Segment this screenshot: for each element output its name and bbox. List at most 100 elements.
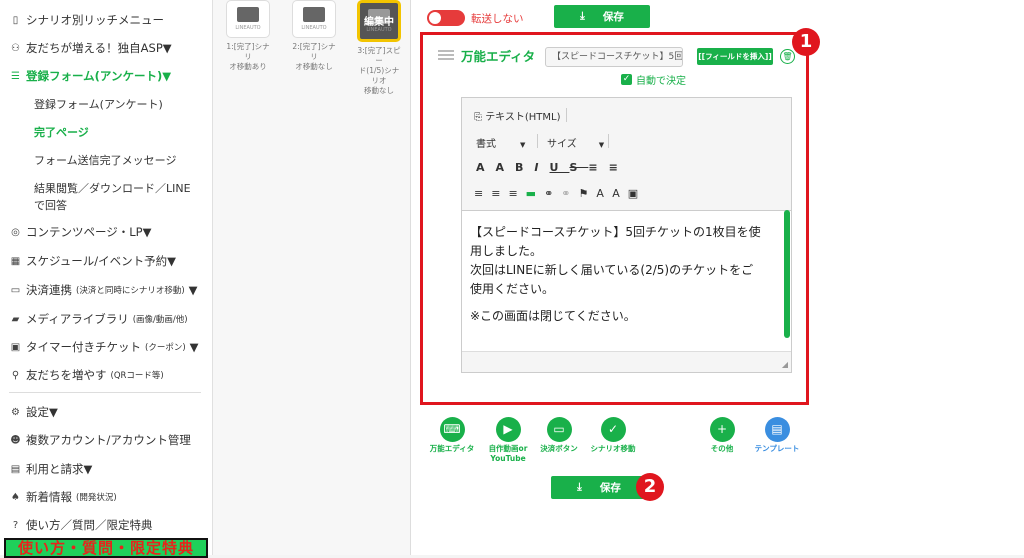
- drag-handle-icon[interactable]: [438, 50, 454, 60]
- sidebar: ▯ シナリオ別リッチメニュー ⚇ 友だちが増える！独自ASP▼ ☰ 登録フォーム(アン…: [0, 0, 213, 558]
- sidebar-item-help[interactable]: ? 使い方／質問／限定特典: [9, 517, 153, 533]
- chevron-down-icon: ▼: [598, 141, 605, 149]
- unlink-icon: ⚭: [561, 187, 579, 200]
- card-icon: ▭: [546, 417, 572, 442]
- background-color-icon: A: [612, 187, 628, 200]
- action-template[interactable]: ▤ テンプレート: [747, 417, 807, 454]
- toolbar-divider: [608, 134, 609, 148]
- ticket-icon: ▣: [10, 341, 21, 353]
- insert-field-button[interactable]: [[フィールドを挿入]]: [697, 48, 773, 65]
- sidebar-item-asp[interactable]: ⚇ 友だちが増える！独自ASP▼: [9, 40, 172, 56]
- forward-toggle[interactable]: [427, 10, 465, 26]
- editor-content[interactable]: 【スピードコースチケット】5回チケットの1枚目を使 用しました。 次回はLINE…: [470, 223, 780, 326]
- size-dropdown[interactable]: サイズ ▼: [547, 135, 604, 150]
- sidebar-item-contents[interactable]: ◎ コンテンツページ・LP▼: [9, 224, 151, 240]
- sidebar-subitem-complete-page[interactable]: 完了ページ: [34, 124, 89, 141]
- handshake-icon: ⚇: [11, 42, 20, 54]
- thumb-caption: 2:[完了]シナリ オ移動なし: [292, 42, 336, 71]
- question-icon: ?: [12, 519, 19, 531]
- book-icon: [303, 7, 325, 22]
- text-style-buttons[interactable]: AABIUS≡≡: [476, 161, 629, 174]
- flag-icon: ⚑: [578, 187, 597, 200]
- marker-1: 1: [792, 28, 820, 56]
- folder-icon: ▰: [11, 313, 20, 325]
- gear-icon: ⚙: [11, 406, 20, 418]
- users-icon: ☻: [10, 434, 21, 446]
- highlight-icon: ▬: [525, 187, 545, 200]
- align-buttons[interactable]: ≡≡≡▬⚭⚭⚑AA▣: [474, 187, 646, 200]
- sidebar-item-settings[interactable]: ⚙ 設定▼: [9, 404, 58, 420]
- thumb-complete-2[interactable]: LINEAUTO 2:[完了]シナリ オ移動なし: [291, 0, 337, 72]
- thumb-complete-3-selected[interactable]: LINEAUTO 編集中 3:[完了]スピー ド(1/5)シナリオ 移動なし: [356, 0, 402, 96]
- action-other[interactable]: + その他: [692, 417, 752, 454]
- resize-grip-icon[interactable]: ◢: [782, 360, 788, 369]
- save-button-bottom[interactable]: ⤓ 保存: [551, 476, 647, 499]
- sidebar-item-media[interactable]: ▰ メディアライブラリ (画像/動画/他): [9, 311, 188, 327]
- bullet-list-icon: ≡: [608, 161, 629, 174]
- strikethrough-icon: S: [569, 161, 589, 174]
- template-icon: ▤: [764, 417, 790, 442]
- save-button-top[interactable]: ⤓ 保存: [554, 5, 650, 28]
- sidebar-item-ticket[interactable]: ▣ タイマー付きチケット (クーポン) ▼: [9, 339, 199, 355]
- action-universal-editor[interactable]: ⌨ 万能エディタ: [422, 417, 482, 454]
- page-thumbnails: LINEAUTO 1:[完了]シナリ オ移動あり LINEAUTO 2:[完了]シ…: [213, 0, 411, 555]
- editing-badge: 編集中: [364, 17, 394, 28]
- download-icon: ⤓: [580, 10, 585, 22]
- plus-icon: +: [709, 417, 735, 442]
- action-scenario-move[interactable]: ✓ シナリオ移動: [583, 417, 643, 454]
- font-size-down-icon: A: [495, 161, 516, 174]
- phone-icon: ▯: [12, 14, 19, 26]
- font-size-up-icon: A: [476, 161, 496, 174]
- toolbar-divider: [566, 108, 567, 122]
- sidebar-item-billing[interactable]: ▤ 利用と請求▼: [9, 461, 93, 477]
- help-banner[interactable]: 使い方・質問・限定特典: [4, 538, 208, 558]
- chevron-down-icon: ▼: [520, 141, 526, 149]
- editor-scrollbar[interactable]: [784, 210, 790, 338]
- html-icon: ⎘: [474, 112, 482, 123]
- sidebar-item-rich-menu[interactable]: ▯ シナリオ別リッチメニュー: [9, 12, 164, 28]
- sidebar-item-accounts[interactable]: ☻ 複数アカウント/アカウント管理: [9, 432, 191, 448]
- thumb-image: LINEAUTO: [226, 0, 270, 38]
- sidebar-item-news[interactable]: ♠ 新着情報 (開発状況): [9, 489, 117, 505]
- toolbar-divider: [537, 134, 538, 148]
- thumb-image: LINEAUTO 編集中: [357, 0, 401, 42]
- action-payment-button[interactable]: ▭ 決済ボタン: [529, 417, 589, 454]
- align-center-icon: ≡: [491, 187, 509, 200]
- trash-icon[interactable]: 🗑: [780, 49, 795, 64]
- list-icon: ☰: [11, 70, 20, 82]
- editor-statusbar: ◢: [462, 351, 791, 372]
- sidebar-item-payment[interactable]: ▭ 決済連携 (決済と同時にシナリオ移動) ▼: [9, 282, 198, 298]
- align-right-icon: ≡: [508, 187, 526, 200]
- thumb-caption: 1:[完了]シナリ オ移動あり: [226, 42, 270, 71]
- tab-text-html[interactable]: ⎘ テキスト(HTML): [474, 108, 561, 123]
- thumb-image: LINEAUTO: [292, 0, 336, 38]
- thumb-caption: 3:[完了]スピー ド(1/5)シナリオ 移動なし: [357, 46, 401, 95]
- bold-icon: B: [515, 161, 535, 174]
- youtube-icon: ▶: [495, 417, 521, 442]
- sidebar-divider: [9, 392, 201, 393]
- field-select[interactable]: 【スピードコースチケット】5回: [545, 47, 683, 67]
- sidebar-subitem-results[interactable]: 結果閲覧／ダウンロード／LINE で回答: [34, 180, 191, 214]
- align-left-icon: ≡: [474, 187, 492, 200]
- rich-text-editor: ⎘ テキスト(HTML) 書式 ▼ サイズ ▼ AABIUS≡≡ ≡≡≡▬⚭⚭⚑AA…: [461, 97, 792, 373]
- download-icon: ⤓: [577, 481, 582, 493]
- format-dropdown[interactable]: 書式 ▼: [476, 135, 525, 150]
- globe-icon: ◎: [11, 226, 20, 238]
- auto-decide-checkbox[interactable]: ✓ 自動で決定: [621, 72, 686, 87]
- thumb-complete-1[interactable]: LINEAUTO 1:[完了]シナリ オ移動あり: [225, 0, 271, 72]
- sidebar-item-add-friends[interactable]: ⚲ 友だちを増やす (QRコード等): [9, 367, 164, 383]
- check-icon: ✓: [600, 417, 626, 442]
- card-icon: ▭: [10, 284, 21, 296]
- italic-icon: I: [534, 161, 550, 174]
- sidebar-item-schedule[interactable]: ▦ スケジュール/イベント予約▼: [9, 253, 176, 269]
- bill-icon: ▤: [10, 463, 21, 475]
- ordered-list-icon: ≡: [588, 161, 609, 174]
- link-icon: ⚭: [544, 187, 562, 200]
- sidebar-item-form[interactable]: ☰ 登録フォーム(アンケート)▼: [9, 68, 171, 84]
- sidebar-subitem-complete-message[interactable]: フォーム送信完了メッセージ: [34, 152, 176, 169]
- font-color-icon: A: [596, 187, 613, 200]
- book-icon: [237, 7, 259, 22]
- forward-toggle-label: 転送しない: [471, 13, 524, 25]
- sidebar-subitem-form[interactable]: 登録フォーム(アンケート): [34, 96, 163, 113]
- user-plus-icon: ⚲: [11, 369, 20, 381]
